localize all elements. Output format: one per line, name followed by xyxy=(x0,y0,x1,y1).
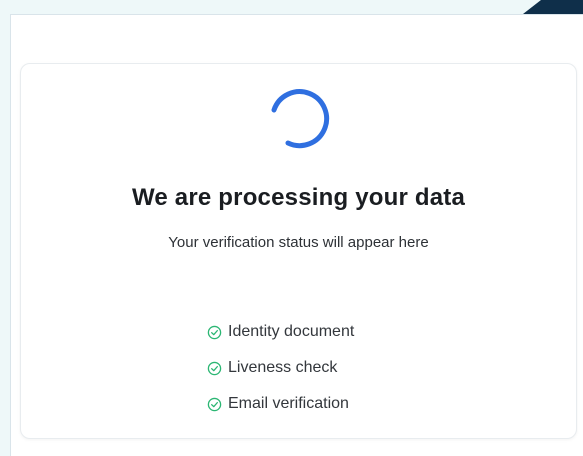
spinner-icon xyxy=(271,89,330,149)
checklist-item-email-verification: Email verification xyxy=(207,386,354,422)
header-accent xyxy=(523,0,583,14)
checklist-item-label: Email verification xyxy=(228,395,349,412)
check-circle-icon xyxy=(207,397,222,411)
checklist-item-label: Liveness check xyxy=(228,359,338,376)
check-circle-icon xyxy=(207,325,222,339)
status-subtitle: Your verification status will appear her… xyxy=(168,234,429,251)
page-title: We are processing your data xyxy=(131,184,466,211)
checklist-item-liveness-check: Liveness check xyxy=(207,350,354,386)
verification-checklist: Identity document Liveness check Email v… xyxy=(207,314,354,422)
checklist-item-identity-document: Identity document xyxy=(207,314,354,350)
page-panel: We are processing your data Your verific… xyxy=(10,14,583,456)
status-card: We are processing your data Your verific… xyxy=(20,63,577,439)
check-circle-icon xyxy=(207,361,222,375)
checklist-item-label: Identity document xyxy=(228,323,355,340)
